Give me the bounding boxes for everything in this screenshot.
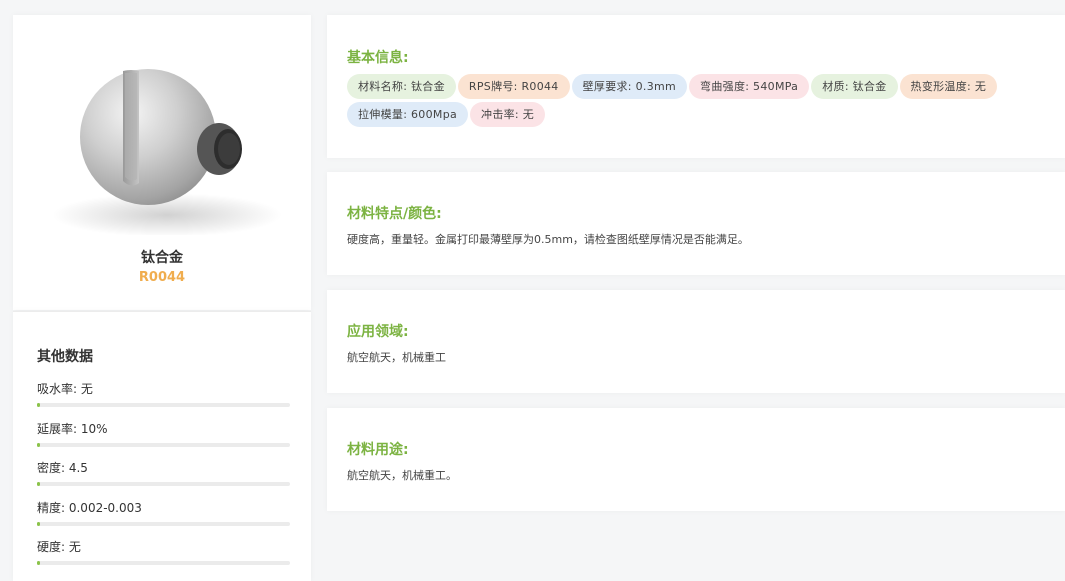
tag-tensile-modulus: 拉伸模量: 600Mpa	[347, 102, 469, 127]
progress-bar	[37, 442, 290, 447]
data-item-hardness: 硬度: 无	[37, 538, 290, 578]
features-title: 材料特点/颜色:	[347, 206, 442, 222]
usage-title: 材料用途:	[347, 442, 409, 458]
progress-bar-fill	[37, 561, 41, 565]
product-code: R0044	[138, 270, 186, 285]
application-text: 航空航天，机械重工	[347, 351, 446, 364]
application-section: 应用领域: 航空航天，机械重工	[327, 290, 1065, 393]
basic-info-title: 基本信息:	[347, 50, 409, 66]
progress-bar	[37, 561, 290, 565]
data-item-water-absorption: 吸水率: 无	[37, 380, 290, 420]
titanium-ball-joint-image	[43, 65, 291, 237]
other-data-card: 其他数据 吸水率: 无 延展率: 10% 密度: 4.5 精度: 0.002-0…	[13, 311, 311, 581]
progress-bar	[37, 521, 290, 526]
progress-bar-fill	[37, 442, 41, 447]
basic-info-tags: 材料名称: 钛合金 RPS牌号: R0044 壁厚要求: 0.3mm 弯曲强度:…	[347, 74, 1047, 130]
product-name: 钛合金	[141, 250, 183, 266]
features-text: 硬度高，重量轻。金属打印最薄壁厚为0.5mm，请检查图纸壁厚情况是否能满足。	[347, 233, 749, 246]
other-data-title: 其他数据	[37, 349, 93, 365]
data-item-label: 延展率: 10%	[37, 421, 108, 436]
product-card: 钛合金 R0044	[13, 15, 311, 310]
data-item-elongation: 延展率: 10%	[37, 420, 290, 460]
progress-bar	[37, 482, 290, 486]
progress-bar	[37, 403, 290, 407]
progress-bar-fill	[37, 403, 41, 407]
usage-text: 航空航天，机械重工。	[347, 469, 457, 482]
basic-info-section: 基本信息: 材料名称: 钛合金 RPS牌号: R0044 壁厚要求: 0.3mm…	[327, 15, 1065, 158]
data-item-label: 精度: 0.002-0.003	[37, 500, 142, 515]
data-item-density: 密度: 4.5	[37, 459, 290, 499]
tag-impact-rate: 冲击率: 无	[470, 102, 546, 127]
tag-material-name: 材料名称: 钛合金	[347, 74, 456, 99]
tag-flexural-strength: 弯曲强度: 540MPa	[689, 74, 810, 99]
data-item-label: 硬度: 无	[37, 540, 81, 554]
features-section: 材料特点/颜色: 硬度高，重量轻。金属打印最薄壁厚为0.5mm，请检查图纸壁厚情…	[327, 172, 1065, 275]
tag-rps-grade: RPS牌号: R0044	[457, 74, 570, 99]
data-item-label: 密度: 4.5	[37, 461, 88, 475]
usage-section: 材料用途: 航空航天，机械重工。	[327, 408, 1065, 511]
progress-bar-fill	[37, 521, 41, 526]
tag-material: 材质: 钛合金	[811, 74, 898, 99]
application-title: 应用领域:	[347, 324, 409, 340]
tag-heat-deflection: 热变形温度: 无	[899, 74, 998, 99]
progress-bar-fill	[37, 482, 41, 486]
other-data-list: 吸水率: 无 延展率: 10% 密度: 4.5 精度: 0.002-0.003 …	[37, 380, 290, 578]
data-item-precision: 精度: 0.002-0.003	[37, 499, 290, 539]
data-item-label: 吸水率: 无	[37, 382, 93, 396]
tag-wall-thickness: 壁厚要求: 0.3mm	[571, 74, 688, 99]
